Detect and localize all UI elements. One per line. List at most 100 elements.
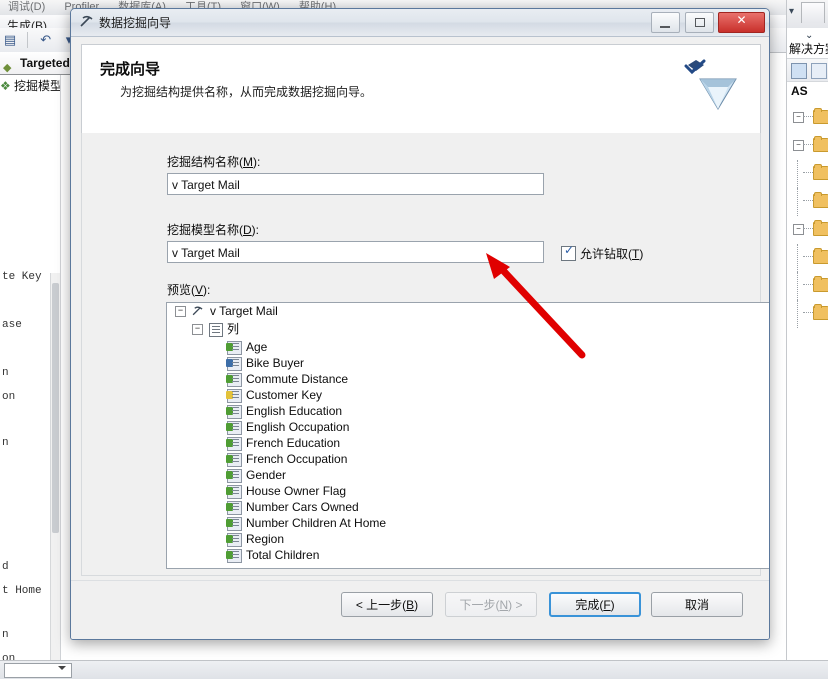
- dialog-title: 数据挖掘向导: [99, 16, 172, 30]
- column-predict-icon: [226, 357, 242, 371]
- tree-column-label: Number Cars Owned: [246, 500, 359, 514]
- folder-icon[interactable]: [813, 136, 828, 152]
- tree-node: [787, 300, 828, 328]
- folder-icon[interactable]: [813, 192, 828, 208]
- designer-left-pane: ❖挖掘模型查 te Key ase n on n d t Home n on: [0, 75, 61, 660]
- solution-explorer-tree[interactable]: − − −: [787, 104, 828, 328]
- collapse-icon[interactable]: −: [192, 324, 203, 335]
- folder-icon[interactable]: [813, 108, 828, 124]
- properties-icon[interactable]: [791, 63, 807, 79]
- scrollbar-thumb[interactable]: [52, 283, 59, 533]
- tree-row-column[interactable]: Customer Key: [167, 387, 769, 403]
- solution-explorer-title: 解决方案: [789, 42, 828, 56]
- auto-hide-pin-icon[interactable]: ▾: [789, 6, 794, 17]
- tree-row-column[interactable]: Commute Distance: [167, 371, 769, 387]
- tree-column-label: Bike Buyer: [246, 356, 305, 370]
- collapse-icon[interactable]: −: [175, 306, 186, 317]
- dialog-footer: < 上一步(B) 下一步(N) > 完成(F) 取消: [71, 580, 769, 639]
- chevron-down-icon[interactable]: [58, 666, 66, 670]
- tree-node: [787, 160, 828, 188]
- cancel-button[interactable]: 取消: [651, 592, 743, 617]
- data-mining-wizard-dialog: 数据挖掘向导 ✕ 完成向导 为挖掘结构提供名称，从而完成数据挖掘向导。 挖掘结构…: [70, 8, 770, 640]
- save-all-icon[interactable]: ▤: [1, 31, 19, 49]
- tree-node: −: [787, 132, 828, 160]
- window-controls[interactable]: ✕: [650, 12, 765, 33]
- tree-column-label: French Occupation: [246, 452, 348, 466]
- dialog-title-bar[interactable]: 数据挖掘向导 ✕: [71, 9, 769, 37]
- tree-row-column[interactable]: Number Children At Home: [167, 515, 769, 531]
- columns-list-icon: [209, 323, 223, 337]
- column-input-icon: [226, 533, 242, 547]
- dialog-header: 完成向导 为挖掘结构提供名称，从而完成数据挖掘向导。: [81, 44, 761, 134]
- column-input-icon: [226, 485, 242, 499]
- tree-row-column[interactable]: English Education: [167, 403, 769, 419]
- expand-icon[interactable]: −: [793, 224, 804, 235]
- allow-drillthrough-label[interactable]: 允许钻取(T): [580, 245, 643, 262]
- mining-structure-icon: ❖: [0, 79, 11, 93]
- left-pane-scrollbar[interactable]: [50, 273, 60, 660]
- tree-column-label: Commute Distance: [246, 372, 349, 386]
- preview-label: 预览(V):: [167, 283, 211, 297]
- tree-row-column[interactable]: Region: [167, 531, 769, 547]
- structure-name-input[interactable]: v Target Mail: [167, 173, 544, 195]
- tree-row-column[interactable]: French Occupation: [167, 451, 769, 467]
- tree-column-label: Customer Key: [246, 388, 323, 402]
- undo-icon[interactable]: ↶: [37, 31, 55, 49]
- folder-icon[interactable]: [813, 276, 828, 292]
- solution-explorer-project[interactable]: AS: [791, 84, 808, 98]
- tree-row-column[interactable]: Bike Buyer: [167, 355, 769, 371]
- folder-icon[interactable]: [813, 304, 828, 320]
- column-input-icon: [226, 421, 242, 435]
- next-button: 下一步(N) >: [445, 592, 537, 617]
- pickaxe-icon: [192, 306, 203, 316]
- tree-row-column[interactable]: Total Children: [167, 547, 769, 563]
- tree-row-columns-group[interactable]: − 列: [167, 321, 769, 339]
- diamond-check-icon: [684, 59, 737, 110]
- maximize-button[interactable]: [684, 12, 714, 33]
- tree-column-label: English Occupation: [246, 420, 350, 434]
- finish-button[interactable]: 完成(F): [549, 592, 641, 617]
- minimize-button[interactable]: [651, 12, 681, 33]
- tree-column-label: Total Children: [246, 548, 320, 562]
- solution-explorer-toolbar[interactable]: [787, 58, 828, 82]
- model-name-label: 挖掘模型名称(D):: [167, 223, 260, 237]
- structure-name-label: 挖掘结构名称(M):: [167, 155, 261, 169]
- mining-model-tree-label: 挖掘模型查: [14, 79, 60, 93]
- preview-tree[interactable]: − v Target Mail − 列 Age Bike Buyer Commute…: [166, 302, 769, 569]
- tree-column-label: English Education: [246, 404, 343, 418]
- tree-group-label: 列: [227, 322, 240, 336]
- column-input-icon: [226, 373, 242, 387]
- tree-column-label: French Education: [246, 436, 341, 450]
- tree-row-column[interactable]: House Owner Flag: [167, 483, 769, 499]
- close-button[interactable]: ✕: [718, 12, 765, 33]
- column-input-icon: [226, 341, 242, 355]
- folder-icon[interactable]: [813, 220, 828, 236]
- mining-model-icon: ◆: [3, 62, 12, 74]
- expand-icon[interactable]: −: [793, 140, 804, 151]
- model-name-input[interactable]: v Target Mail: [167, 241, 544, 263]
- menu-item-debug[interactable]: 调试(D): [0, 0, 53, 15]
- back-button[interactable]: < 上一步(B): [341, 592, 433, 617]
- tree-row-column[interactable]: English Occupation: [167, 419, 769, 435]
- allow-drillthrough-checkbox[interactable]: ✓: [561, 244, 576, 261]
- solution-explorer-tab[interactable]: [801, 2, 825, 23]
- tree-row-column[interactable]: Age: [167, 339, 769, 355]
- column-input-icon: [226, 517, 242, 531]
- folder-icon[interactable]: [813, 164, 828, 180]
- refresh-icon[interactable]: [811, 63, 827, 79]
- solution-explorer-pane: ▾ ⌄ 解决方案 AS − − −: [786, 0, 828, 678]
- toolbar-separator: [27, 32, 29, 48]
- tree-column-label: Region: [246, 532, 285, 546]
- pickaxe-icon: [80, 15, 93, 27]
- folder-icon[interactable]: [813, 248, 828, 264]
- tree-row-column[interactable]: French Education: [167, 435, 769, 451]
- mining-model-tree-item[interactable]: ❖挖掘模型查: [0, 75, 60, 97]
- tree-column-label: Age: [246, 340, 268, 354]
- expand-icon[interactable]: −: [793, 112, 804, 123]
- tree-row-column[interactable]: Gender: [167, 467, 769, 483]
- tree-row-root[interactable]: − v Target Mail: [167, 303, 769, 321]
- tree-node: [787, 244, 828, 272]
- tree-row-column[interactable]: Number Cars Owned: [167, 499, 769, 515]
- column-input-icon: [226, 453, 242, 467]
- tree-column-label: Gender: [246, 468, 287, 482]
